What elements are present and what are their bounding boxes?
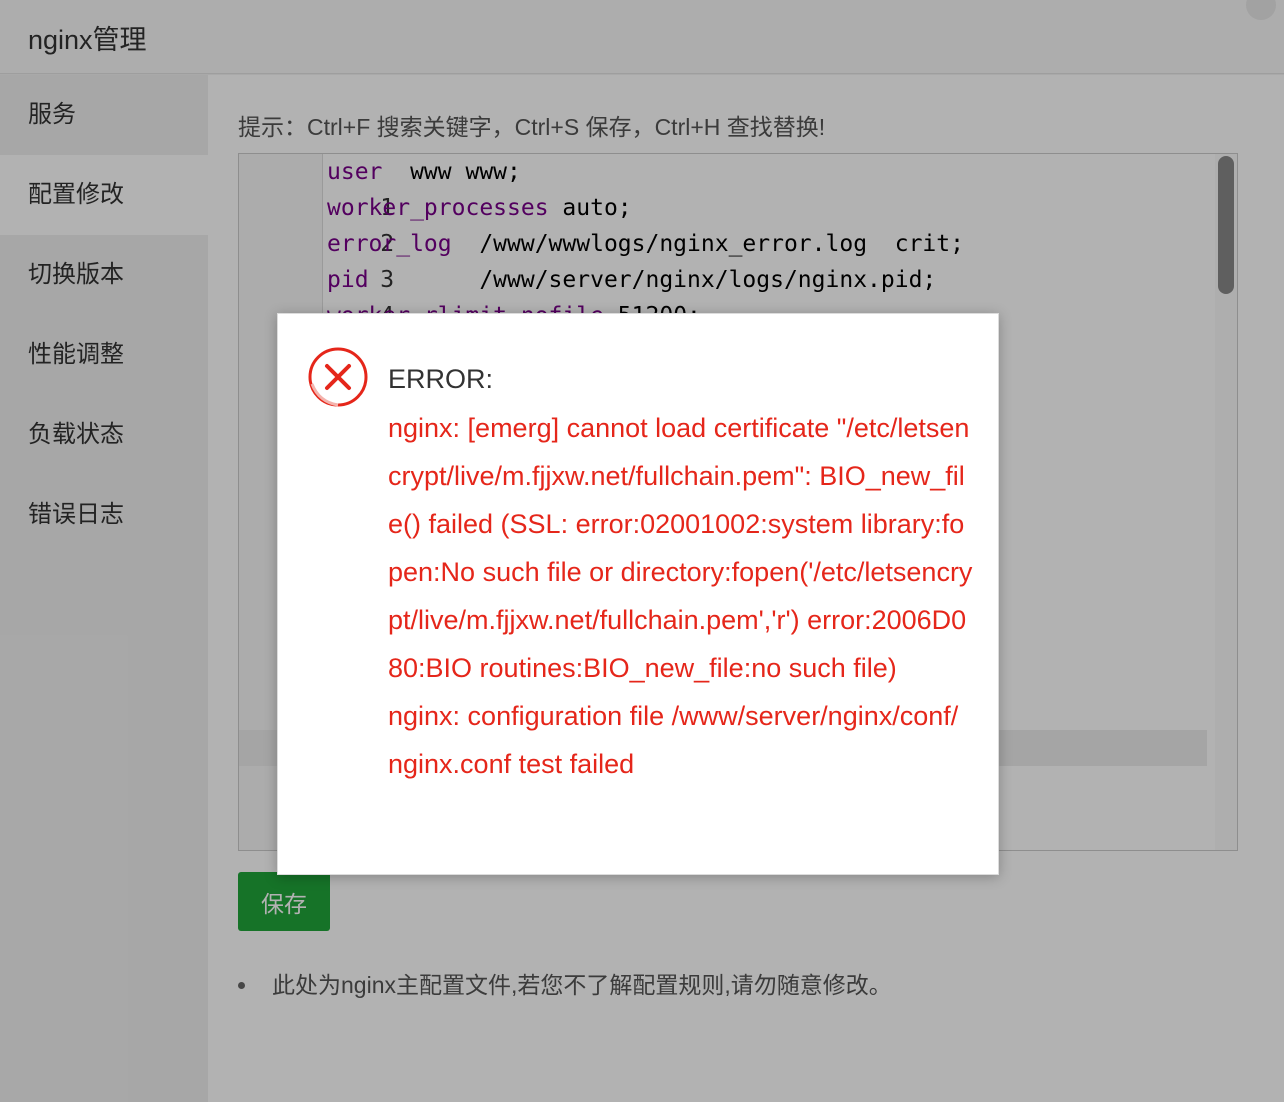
error-message-line: nginx: configuration file /www/server/ng… [388, 701, 959, 779]
error-message: nginx: [emerg] cannot load certificate "… [388, 404, 973, 788]
error-circle-x-icon [308, 347, 368, 407]
error-title: ERROR: [388, 364, 494, 394]
error-message-line: nginx: [emerg] cannot load certificate "… [388, 413, 973, 683]
error-dialog: ERROR: nginx: [emerg] cannot load certif… [277, 313, 999, 875]
